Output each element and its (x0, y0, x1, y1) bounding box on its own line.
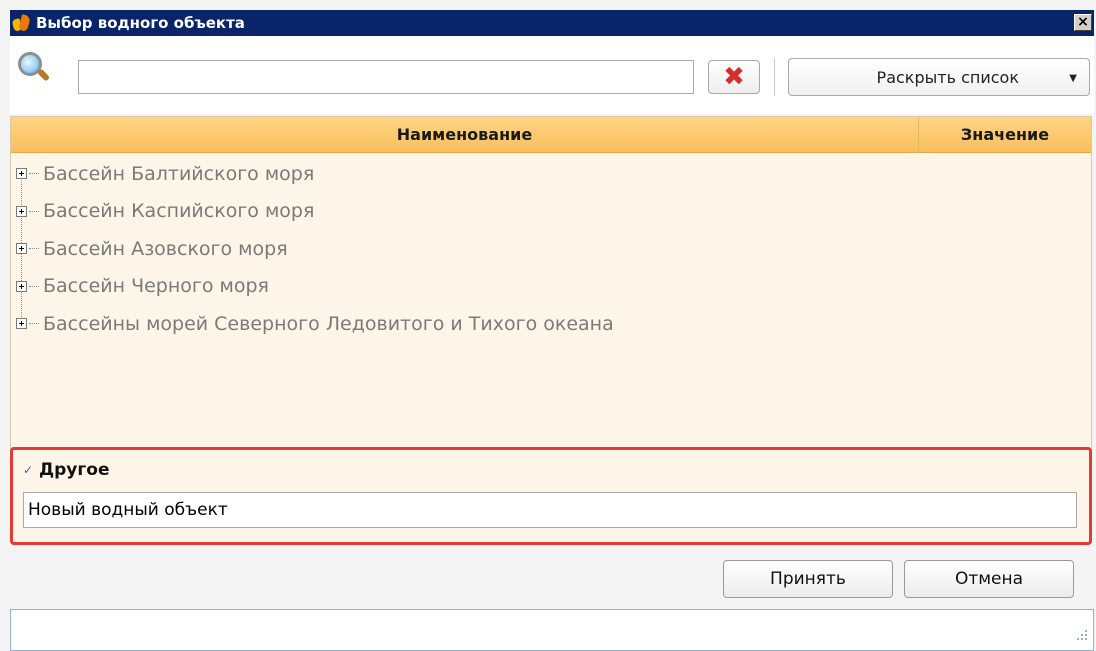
chevron-down-icon: ▼ (1069, 73, 1077, 84)
expand-plus-icon[interactable] (16, 243, 27, 255)
search-toolbar: ✖ Раскрыть список ▼ (10, 36, 1094, 114)
window-title: Выбор водного объекта (36, 14, 245, 32)
column-header-value[interactable]: Значение (919, 117, 1091, 153)
expand-plus-icon[interactable] (16, 280, 27, 292)
toolbar-divider (774, 58, 775, 96)
expand-list-label: Раскрыть список (876, 68, 1019, 87)
tree-row[interactable]: Бассейн Каспийского моря (11, 193, 1091, 231)
expand-plus-icon[interactable] (16, 168, 27, 180)
accept-button[interactable]: Принять (723, 560, 893, 598)
tree-row[interactable]: Бассейны морей Северного Ледовитого и Ти… (11, 305, 1091, 343)
search-input[interactable] (78, 60, 694, 94)
grid-header: Наименование Значение (11, 117, 1091, 153)
app-logo-icon (11, 13, 32, 33)
search-icon[interactable] (16, 50, 51, 84)
status-bar (10, 609, 1094, 651)
dialog-window: Выбор водного объекта × ✖ Раскрыть списо… (0, 0, 1096, 651)
tree-list: Бассейн Балтийского моря Бассейн Каспийс… (11, 155, 1091, 343)
tree-row-label: Бассейн Балтийского моря (43, 162, 315, 185)
close-icon: ✖ (723, 62, 745, 92)
tree-row[interactable]: Бассейн Балтийского моря (11, 155, 1091, 193)
tree-row[interactable]: Бассейн Черного моря (11, 268, 1091, 306)
other-label: Другое (39, 460, 110, 480)
expand-plus-icon[interactable] (16, 318, 27, 330)
title-bar[interactable]: Выбор водного объекта × (10, 10, 1094, 36)
column-header-name[interactable]: Наименование (11, 117, 919, 153)
cancel-button[interactable]: Отмена (904, 560, 1074, 598)
tree-row-label: Бассейн Азовского моря (43, 237, 288, 260)
other-checkbox[interactable]: ✓ (22, 463, 34, 477)
expand-list-button[interactable]: Раскрыть список ▼ (788, 58, 1090, 96)
clear-search-button[interactable]: ✖ (708, 60, 760, 94)
other-name-input[interactable] (23, 492, 1077, 528)
other-object-section: ✓ Другое (10, 447, 1092, 545)
tree-row[interactable]: Бассейн Азовского моря (11, 230, 1091, 268)
close-button[interactable]: × (1074, 14, 1092, 31)
tree-row-label: Бассейн Черного моря (43, 275, 269, 298)
tree-row-label: Бассейн Каспийского моря (43, 200, 315, 223)
expand-plus-icon[interactable] (16, 205, 27, 217)
resize-grip-icon[interactable] (1073, 630, 1087, 644)
water-object-tree-grid: Наименование Значение Бассейн Балтийског… (10, 116, 1092, 451)
tree-row-label: Бассейны морей Северного Ледовитого и Ти… (43, 312, 614, 335)
